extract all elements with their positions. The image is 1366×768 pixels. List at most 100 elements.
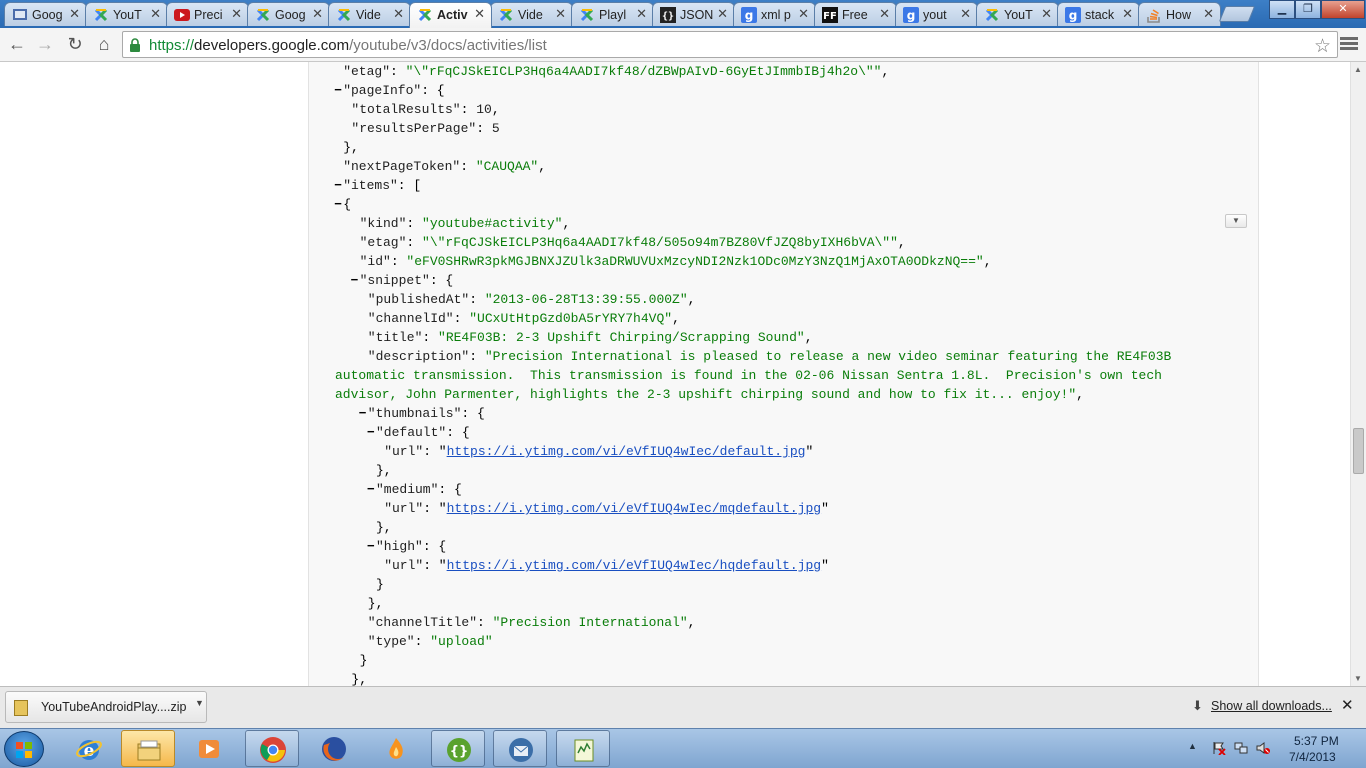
internet-explorer-icon[interactable]: e	[62, 730, 116, 767]
tab-close-icon[interactable]: ✕	[879, 6, 890, 22]
clock-time[interactable]: 5:37 PM	[1294, 734, 1339, 748]
json-line: −{	[334, 195, 1171, 214]
clock-date[interactable]: 7/4/2013	[1289, 750, 1336, 764]
address-bar[interactable]: https://developers.google.com/youtube/v3…	[122, 31, 1338, 58]
back-button[interactable]: ←	[5, 33, 29, 57]
action-center-flag-icon[interactable]	[1212, 741, 1226, 755]
tab-close-icon[interactable]: ✕	[1041, 6, 1052, 22]
collapse-toggle-icon[interactable]: −	[334, 195, 342, 214]
tab-close-icon[interactable]: ✕	[798, 6, 809, 22]
tab-title: Preci	[194, 8, 223, 22]
tab-title: Vide	[518, 8, 543, 22]
thunderbird-icon[interactable]	[493, 730, 547, 767]
show-all-downloads-link[interactable]: Show all downloads...	[1211, 699, 1332, 713]
volume-muted-icon[interactable]	[1256, 741, 1270, 755]
collapse-toggle-icon[interactable]: −	[351, 271, 359, 290]
json-line: }	[335, 575, 1171, 594]
json-line: "nextPageToken": "CAUQAA",	[335, 157, 1171, 176]
tab-6[interactable]: Activ ✕	[409, 2, 492, 28]
json-punct: ,	[491, 102, 500, 117]
chrome-icon[interactable]	[245, 730, 299, 767]
tab-close-icon[interactable]: ✕	[150, 6, 161, 22]
notepad-icon[interactable]	[556, 730, 610, 767]
collapse-toggle-icon[interactable]: −	[367, 537, 375, 556]
json-line: − "pageInfo": {	[334, 81, 1171, 100]
windows-explorer-icon[interactable]	[121, 730, 175, 767]
collapse-toggle-icon[interactable]: −	[367, 423, 375, 442]
tab-close-icon[interactable]: ✕	[717, 6, 728, 22]
scroll-up-arrow-icon[interactable]: ▲	[1354, 65, 1362, 74]
tab-13[interactable]: YouT ✕	[976, 2, 1059, 26]
tab-close-icon[interactable]: ✕	[231, 6, 242, 22]
collapse-toggle-icon[interactable]: −	[359, 404, 367, 423]
bookmark-star-icon[interactable]: ☆	[1314, 35, 1331, 58]
tab-7[interactable]: Vide ✕	[490, 2, 573, 26]
tab-11[interactable]: FF Free ✕	[814, 2, 897, 26]
thumbnail-url-link[interactable]: https://i.ytimg.com/vi/eVfIUQ4wIec/mqdef…	[447, 501, 821, 516]
json-punct: ,	[881, 64, 890, 79]
json-punct: :	[476, 121, 492, 136]
tab-4[interactable]: Goog ✕	[247, 2, 330, 26]
thumbnail-url-link[interactable]: https://i.ytimg.com/vi/eVfIUQ4wIec/hqdef…	[447, 558, 821, 573]
tab-3[interactable]: Preci ✕	[166, 2, 249, 26]
tab-14[interactable]: g stack ✕	[1057, 2, 1140, 26]
collapse-toggle-icon[interactable]: −	[334, 176, 342, 195]
reload-button[interactable]: ↻	[63, 33, 87, 57]
tab-12[interactable]: g yout ✕	[895, 2, 978, 26]
json-editor-icon[interactable]: {}	[431, 730, 485, 767]
json-key: "channelId"	[367, 311, 454, 326]
minimize-button[interactable]: ▁	[1269, 0, 1295, 19]
network-icon[interactable]	[1234, 741, 1248, 755]
scrollbar-thumb[interactable]	[1353, 428, 1364, 474]
json-key: "etag"	[343, 64, 390, 79]
json-line: },	[335, 594, 1171, 613]
collapse-toggle-icon[interactable]: −	[334, 81, 342, 100]
tab-8[interactable]: Playl ✕	[571, 2, 654, 26]
tab-close-icon[interactable]: ✕	[960, 6, 971, 22]
json-key: "channelTitle"	[367, 615, 478, 630]
json-punct: : "	[423, 558, 447, 573]
collapse-toggle-icon[interactable]: −	[367, 480, 375, 499]
chrome-menu-icon[interactable]	[1340, 35, 1358, 55]
json-punct: },	[376, 520, 392, 535]
json-punct: :	[453, 311, 470, 326]
burn-icon[interactable]	[369, 730, 423, 767]
json-line: − "medium": {	[335, 480, 1171, 499]
scroll-down-arrow-icon[interactable]: ▼	[1354, 674, 1362, 683]
tab-title: yout	[923, 8, 947, 22]
tab-15[interactable]: How ✕	[1138, 2, 1221, 26]
tab-close-icon[interactable]: ✕	[312, 6, 323, 22]
start-button[interactable]	[4, 731, 44, 767]
download-options-arrow-icon[interactable]: ▼	[195, 698, 204, 708]
window-close-button[interactable]: ✕	[1321, 0, 1365, 19]
vertical-scrollbar[interactable]: ▲ ▼	[1350, 62, 1366, 686]
download-item[interactable]: YouTubeAndroidPlay....zip ▼	[5, 691, 207, 723]
restore-button[interactable]: ❐	[1295, 0, 1321, 19]
tab-close-icon[interactable]: ✕	[69, 6, 80, 22]
new-tab-button[interactable]	[1218, 6, 1256, 22]
tab-2[interactable]: YouT ✕	[85, 2, 168, 26]
json-line: − "high": {	[335, 537, 1171, 556]
tab-9[interactable]: {} JSON ✕	[652, 2, 735, 26]
tab-close-icon[interactable]: ✕	[1122, 6, 1133, 22]
tab-close-icon[interactable]: ✕	[1203, 6, 1214, 22]
json-key: "resultsPerPage"	[351, 121, 477, 136]
stackoverflow-icon	[1146, 7, 1162, 23]
tab-close-icon[interactable]: ✕	[555, 6, 566, 22]
thumbnail-url-link[interactable]: https://i.ytimg.com/vi/eVfIUQ4wIec/defau…	[447, 444, 806, 459]
tab-close-icon[interactable]: ✕	[393, 6, 404, 22]
tab-close-icon[interactable]: ✕	[636, 6, 647, 22]
firefox-icon[interactable]	[307, 730, 361, 767]
home-button[interactable]: ⌂	[92, 33, 116, 57]
tab-10[interactable]: g xml p ✕	[733, 2, 816, 26]
tab-1[interactable]: Goog ✕	[4, 2, 87, 26]
close-download-shelf-button[interactable]: ✕	[1341, 696, 1354, 714]
tab-close-icon[interactable]: ✕	[474, 6, 485, 22]
dropdown-arrow-icon[interactable]: ▼	[1225, 214, 1247, 228]
show-hidden-icons-arrow-icon[interactable]: ▲	[1188, 741, 1197, 751]
forward-button[interactable]: →	[33, 33, 57, 57]
tab-5[interactable]: Vide ✕	[328, 2, 411, 26]
media-player-icon[interactable]	[182, 730, 236, 767]
json-line: "channelTitle": "Precision International…	[335, 613, 1171, 632]
json-punct: "	[805, 444, 814, 459]
